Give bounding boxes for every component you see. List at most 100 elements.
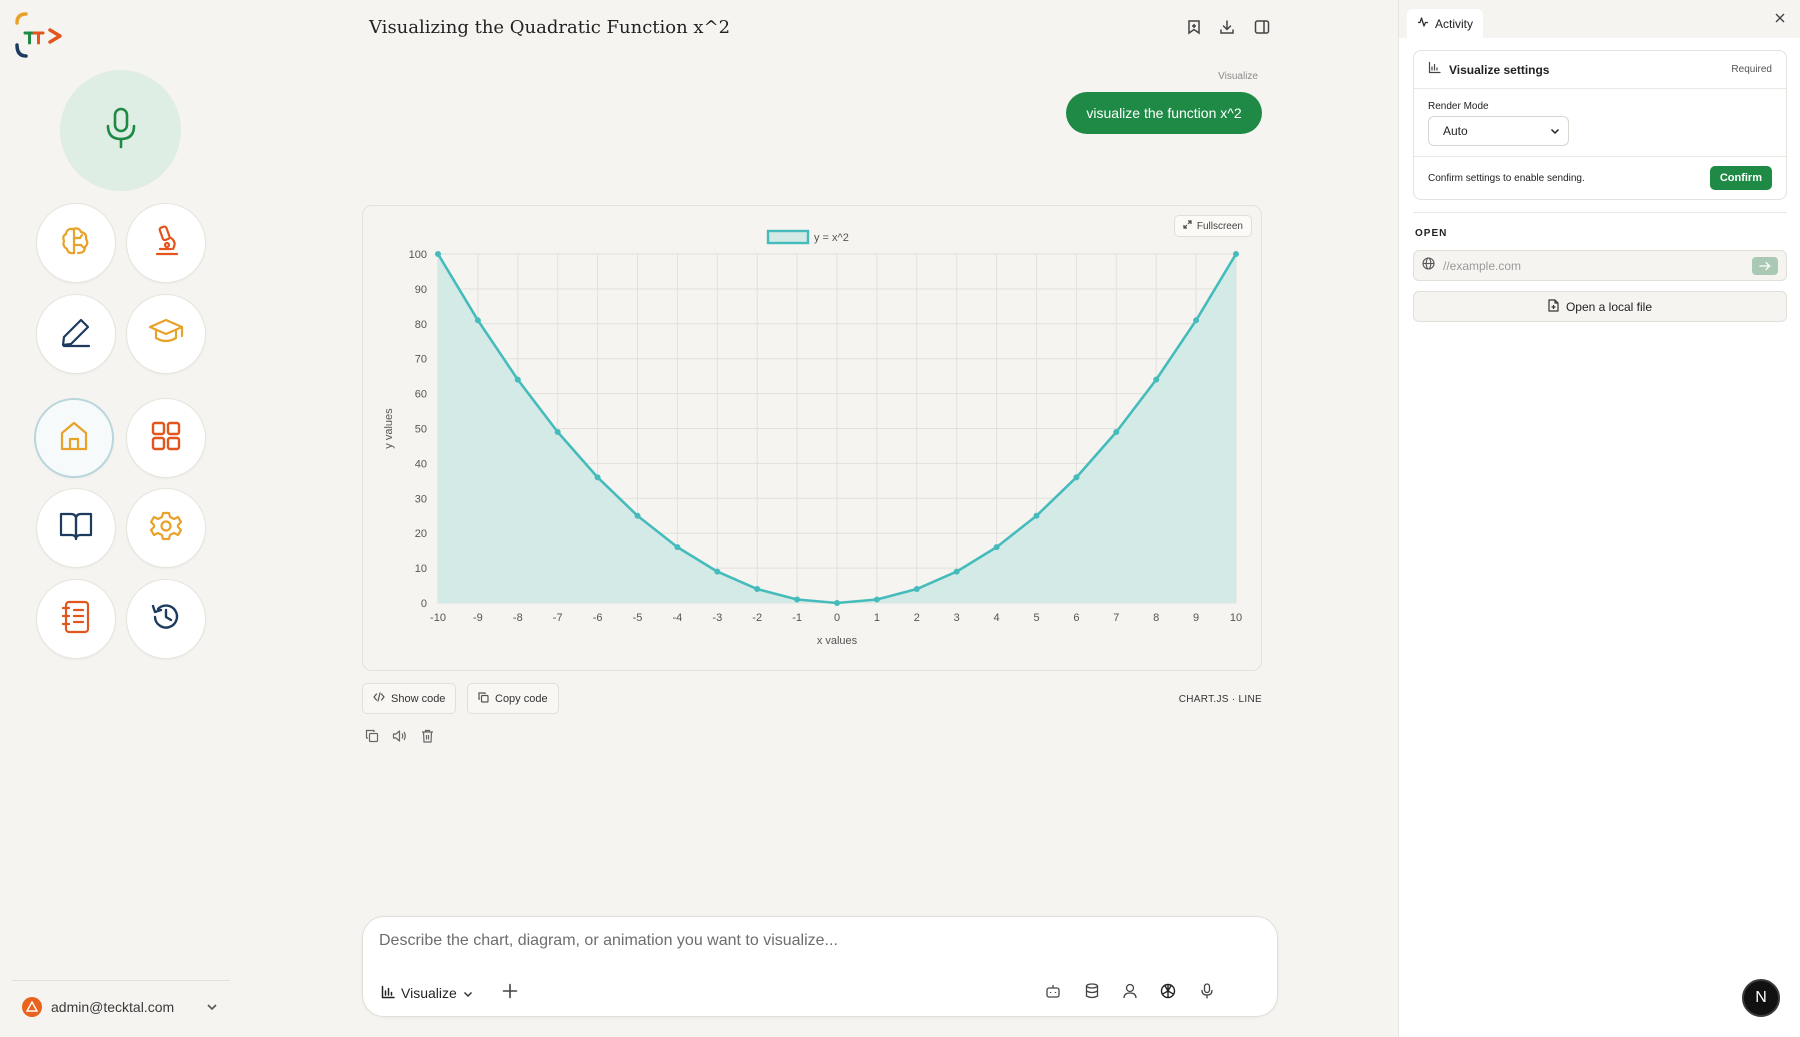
home-icon [58, 420, 90, 457]
expand-icon [1183, 220, 1192, 232]
agent-button[interactable] [1042, 982, 1064, 1004]
persona-button[interactable] [1119, 982, 1141, 1004]
pen-icon [59, 315, 93, 354]
fullscreen-button[interactable]: Fullscreen [1173, 215, 1252, 237]
y-tick-label: 70 [415, 354, 427, 366]
voice-input-button[interactable] [1196, 982, 1218, 1004]
data-point [474, 317, 481, 324]
brain-icon [59, 224, 93, 263]
data-point [1073, 474, 1080, 481]
data-point [714, 568, 721, 575]
x-tick-label: -5 [633, 612, 643, 624]
data-point [1153, 376, 1160, 383]
bookmark-button[interactable] [1183, 18, 1205, 40]
nav-brain-button[interactable] [36, 203, 116, 283]
nav-lab-button[interactable] [126, 203, 206, 283]
robot-icon [1045, 983, 1061, 1004]
nav-library-button[interactable] [36, 488, 116, 568]
y-axis-title: y values [383, 408, 395, 449]
open-url-button[interactable] [1752, 256, 1778, 275]
x-tick-label: -1 [792, 612, 802, 624]
voice-mic-button[interactable] [60, 70, 181, 191]
mode-selector[interactable]: Visualize [381, 981, 473, 1005]
microphone-icon [104, 107, 138, 154]
data-point [754, 586, 761, 593]
data-point [834, 600, 840, 606]
gear-icon [149, 510, 183, 547]
x-axis-title: x values [817, 635, 858, 647]
data-point [554, 428, 561, 435]
x-tick-label: -7 [553, 612, 563, 624]
message-mode-label: Visualize [1218, 71, 1258, 82]
render-mode-select[interactable]: Auto [1428, 116, 1569, 146]
user-message-bubble: visualize the function x^2 [1066, 92, 1262, 134]
chevron-down-icon [463, 985, 473, 1001]
app-logo[interactable] [14, 12, 62, 58]
nav-learn-button[interactable] [126, 294, 206, 374]
close-panel-button[interactable] [1773, 12, 1787, 26]
render-mode-value: Auto [1443, 124, 1468, 138]
fullscreen-label: Fullscreen [1196, 220, 1243, 232]
y-tick-label: 40 [415, 458, 427, 470]
open-local-file-button[interactable]: Open a local file [1413, 291, 1787, 322]
bookmark-icon [1186, 19, 1202, 40]
add-attachment-button[interactable] [499, 982, 521, 1004]
data-point [993, 544, 1000, 551]
data-point [674, 544, 681, 551]
settings-card-footer: Confirm settings to enable sending. Conf… [1414, 157, 1786, 199]
delete-message-button[interactable] [417, 728, 437, 748]
model-button[interactable] [1157, 982, 1179, 1004]
book-icon [59, 511, 93, 546]
x-tick-label: -3 [712, 612, 722, 624]
activity-icon [1417, 16, 1429, 31]
microphone-icon [1201, 982, 1213, 1004]
y-tick-label: 20 [415, 528, 427, 540]
x-tick-label: -10 [430, 612, 446, 624]
nav-settings-button[interactable] [126, 488, 206, 568]
chevron-down-icon [206, 998, 218, 1016]
chart-card: -10 -9 -8 -7 -6 -5 -4 -3 -2 -1 0 1 2 3 4 5 6 7 8 9 10 0 10 20 30… [362, 205, 1262, 671]
x-tick-label: -4 [673, 612, 683, 624]
prompt-input[interactable] [379, 932, 1259, 950]
database-icon [1085, 982, 1099, 1004]
x-tick-label: 6 [1073, 612, 1079, 624]
user-account-menu[interactable]: admin@tecktal.com [12, 980, 230, 1032]
copy-icon [478, 691, 489, 706]
open-local-file-label: Open a local file [1565, 299, 1653, 314]
x-tick-label: -6 [593, 612, 603, 624]
nav-apps-button[interactable] [126, 398, 206, 478]
plus-icon [502, 983, 518, 1004]
show-code-button[interactable]: Show code [362, 683, 457, 714]
data-point [1233, 251, 1239, 257]
tab-activity[interactable]: Activity [1407, 9, 1484, 38]
microscope-icon [149, 224, 183, 263]
activity-panel-header: Activity [1399, 0, 1800, 38]
trash-icon [421, 729, 434, 748]
database-button[interactable] [1081, 982, 1103, 1004]
mode-label: Visualize [401, 985, 457, 1001]
x-tick-label: 4 [994, 612, 1000, 624]
data-point [435, 251, 441, 257]
nav-write-button[interactable] [36, 294, 116, 374]
download-button[interactable] [1216, 18, 1238, 40]
legend-swatch [766, 229, 810, 245]
divider [1413, 212, 1787, 213]
nav-home-button[interactable] [34, 398, 114, 478]
copy-code-button[interactable]: Copy code [467, 683, 559, 714]
confirm-button[interactable]: Confirm [1709, 166, 1772, 190]
chevron-down-icon [1550, 124, 1560, 138]
bar-chart-icon [1428, 61, 1441, 79]
copy-message-button[interactable] [362, 728, 382, 748]
url-input[interactable] [1443, 258, 1744, 273]
read-aloud-button[interactable] [389, 728, 409, 748]
x-tick-label: 3 [954, 612, 960, 624]
notification-avatar[interactable]: N [1742, 979, 1780, 1017]
nav-history-button[interactable] [126, 579, 206, 659]
chart-type-meta: CHART.JS · LINE [1178, 694, 1262, 705]
tab-activity-label: Activity [1435, 16, 1474, 31]
toggle-panel-button[interactable] [1251, 18, 1273, 40]
x-tick-label: 2 [914, 612, 920, 624]
settings-card-body: Render Mode Auto [1414, 89, 1786, 157]
sidebar-panel-icon [1254, 19, 1270, 40]
nav-notebook-button[interactable] [36, 579, 116, 659]
